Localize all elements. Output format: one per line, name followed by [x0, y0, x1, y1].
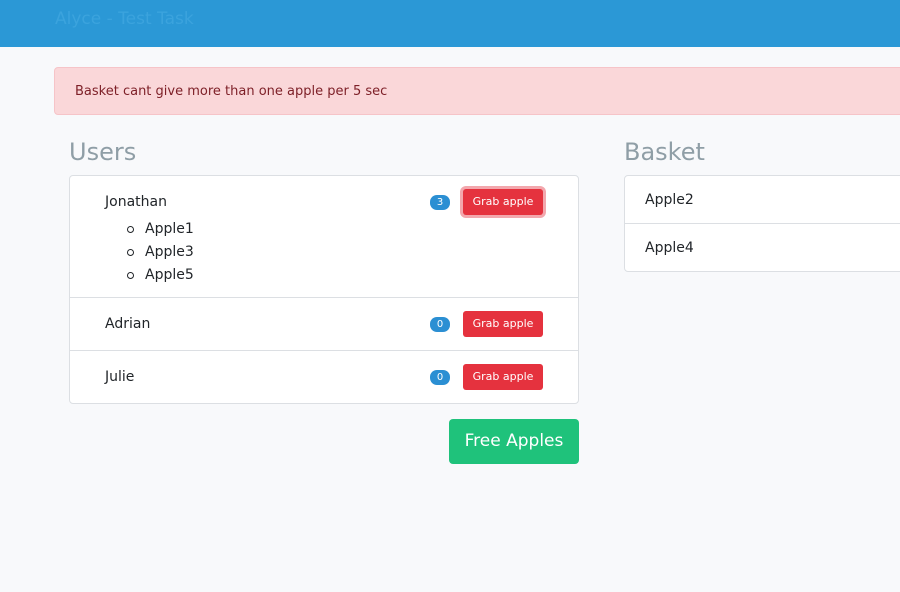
apple-label: Apple1: [145, 221, 194, 237]
user-apple-item: Apple3: [125, 241, 194, 264]
user-name: Jonathan: [105, 194, 167, 210]
basket-apple-label: Apple2: [645, 192, 694, 208]
grab-apple-button[interactable]: Grab apple: [463, 364, 543, 390]
user-row-jonathan: Jonathan 3 Grab apple Apple1 Apple3 Appl…: [70, 176, 578, 298]
apple-count-badge: 3: [430, 195, 450, 210]
circle-bullet-icon: [127, 249, 134, 256]
grab-apple-button[interactable]: Grab apple: [463, 189, 543, 215]
user-row-julie: Julie 0 Grab apple: [70, 351, 578, 403]
error-alert: Basket cant give more than one apple per…: [54, 67, 900, 115]
user-name: Julie: [105, 369, 135, 385]
basket-item: Apple2: [625, 176, 900, 224]
users-title: Users: [69, 138, 137, 166]
grab-apple-button[interactable]: Grab apple: [463, 311, 543, 337]
user-apple-list: Apple1 Apple3 Apple5: [125, 218, 194, 287]
users-list: Jonathan 3 Grab apple Apple1 Apple3 Appl…: [69, 175, 579, 404]
basket-item: Apple4: [625, 224, 900, 272]
user-apple-item: Apple1: [125, 218, 194, 241]
alert-message: Basket cant give more than one apple per…: [75, 84, 388, 99]
circle-bullet-icon: [127, 226, 134, 233]
apple-count-badge: 0: [430, 317, 450, 332]
apple-label: Apple3: [145, 244, 194, 260]
user-name: Adrian: [105, 316, 151, 332]
free-apples-button[interactable]: Free Apples: [449, 419, 579, 464]
top-navbar: Alyce - Test Task: [0, 0, 900, 47]
apple-count-badge: 0: [430, 370, 450, 385]
apple-label: Apple5: [145, 267, 194, 283]
user-apple-item: Apple5: [125, 264, 194, 287]
user-row-adrian: Adrian 0 Grab apple: [70, 298, 578, 351]
basket-apple-label: Apple4: [645, 240, 694, 256]
basket-title: Basket: [624, 138, 705, 166]
circle-bullet-icon: [127, 272, 134, 279]
basket-list: Apple2 Apple4: [624, 175, 900, 272]
app-brand[interactable]: Alyce - Test Task: [55, 8, 194, 30]
